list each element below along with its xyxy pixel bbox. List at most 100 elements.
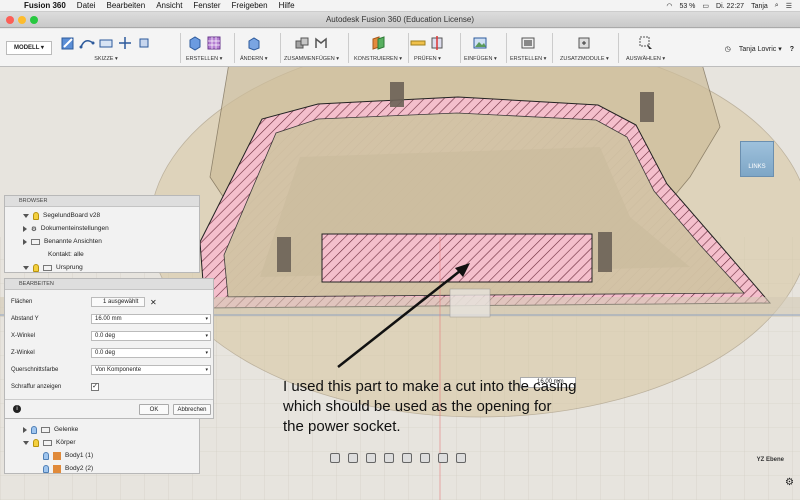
fit-icon[interactable] xyxy=(402,453,412,463)
sketch-icon[interactable] xyxy=(60,35,76,51)
new-component-icon[interactable] xyxy=(294,35,310,51)
orbit-icon[interactable] xyxy=(330,453,340,463)
group-aendern[interactable]: ÄNDERN ▾ xyxy=(240,32,268,66)
group-auswaehlen[interactable]: AUSWÄHLEN ▾ xyxy=(626,32,665,66)
clock-icon[interactable]: ◷ xyxy=(725,45,731,53)
group-label[interactable]: EINFÜGEN ▾ xyxy=(464,56,497,62)
info-icon[interactable]: i xyxy=(13,405,21,413)
browser-item-document-settings[interactable]: ⚙ Dokumenteinstellungen xyxy=(23,222,199,235)
select-icon[interactable] xyxy=(638,35,654,51)
browser-item-label: Dokumenteinstellungen xyxy=(40,225,109,232)
annotation-line: the power socket. xyxy=(283,418,401,435)
user-name[interactable]: Tanja xyxy=(751,3,768,10)
cancel-button[interactable]: Abbrechen xyxy=(173,404,211,415)
close-icon[interactable] xyxy=(6,16,14,24)
render-icon[interactable] xyxy=(520,35,536,51)
zangle-input[interactable]: 0.0 deg ▾ xyxy=(91,348,211,358)
group-erstellen-2[interactable]: ERSTELLEN ▾ xyxy=(510,32,546,66)
zoom-icon[interactable] xyxy=(30,16,38,24)
group-zusatzmodule[interactable]: ZUSATZMODULE ▾ xyxy=(560,32,609,66)
browser-item-root[interactable]: SegelundBoard v28 xyxy=(23,209,199,222)
group-label[interactable]: ERSTELLEN ▾ xyxy=(186,56,222,62)
settings-gear-icon[interactable]: ⚙ xyxy=(785,477,794,488)
user-area: ◷ Tanja Lovric ▾ ? xyxy=(725,45,794,54)
group-konstruieren[interactable]: KONSTRUIEREN ▾ xyxy=(354,32,402,66)
box-icon[interactable] xyxy=(187,35,203,51)
xangle-input[interactable]: 0.0 deg ▾ xyxy=(91,331,211,341)
chevron-down-icon[interactable]: ▾ xyxy=(205,366,208,375)
pan-icon[interactable] xyxy=(366,453,376,463)
menu-hilfe[interactable]: Hilfe xyxy=(279,1,295,10)
chevron-down-icon[interactable]: ▾ xyxy=(205,315,208,324)
group-label[interactable]: ZUSAMMENFÜGEN ▾ xyxy=(284,56,339,62)
edit-panel-header[interactable]: BEARBEITEN xyxy=(5,279,213,290)
group-label[interactable]: PRÜFEN ▾ xyxy=(414,56,441,62)
insert-image-icon[interactable] xyxy=(472,35,488,51)
look-at-icon[interactable] xyxy=(348,453,358,463)
workspace-selector[interactable]: MODELL ▾ xyxy=(6,41,52,55)
group-pruefen[interactable]: PRÜFEN ▾ xyxy=(410,32,445,66)
rectangle-icon[interactable] xyxy=(98,35,114,51)
group-label[interactable]: KONSTRUIEREN ▾ xyxy=(354,56,402,62)
battery-percent[interactable]: 53 % xyxy=(679,3,695,10)
ok-button[interactable]: OK xyxy=(139,404,169,415)
help-button[interactable]: ? xyxy=(790,46,794,53)
section-color-select[interactable]: Von Komponente ▾ xyxy=(91,365,211,375)
group-zusammenfuegen[interactable]: ZUSAMMENFÜGEN ▾ xyxy=(284,32,339,66)
browser-header[interactable]: BROWSER xyxy=(5,196,199,207)
offset-plane-icon[interactable] xyxy=(370,35,386,51)
user-menu[interactable]: Tanja Lovric ▾ xyxy=(739,45,782,53)
browser-item-origin[interactable]: Ursprung xyxy=(23,261,199,274)
minimize-icon[interactable] xyxy=(18,16,26,24)
browser-item-body1[interactable]: Body1 (1) xyxy=(23,449,199,462)
group-skizze[interactable]: SKIZZE ▾ xyxy=(60,32,152,66)
line-icon[interactable] xyxy=(117,35,133,51)
browser-item-contact[interactable]: Kontakt: alle xyxy=(23,248,199,261)
browser-item-body2[interactable]: Body2 (2) xyxy=(23,462,199,475)
clock[interactable]: Di. 22:27 xyxy=(716,3,744,10)
group-label[interactable]: ERSTELLEN ▾ xyxy=(510,56,546,62)
chevron-down-icon[interactable]: ▾ xyxy=(205,349,208,358)
spline-icon[interactable] xyxy=(79,35,95,51)
chevron-down-icon[interactable]: ▾ xyxy=(205,332,208,341)
menu-ansicht[interactable]: Ansicht xyxy=(156,1,182,10)
offset-row: Abstand Y 16.00 mm ▾ xyxy=(5,311,213,327)
menu-app-name[interactable]: Fusion 360 xyxy=(24,1,66,10)
search-icon[interactable]: ⌕ xyxy=(775,2,779,10)
browser-item-joints[interactable]: Gelenke xyxy=(23,423,199,436)
addins-icon[interactable] xyxy=(576,35,592,51)
group-label[interactable]: AUSWÄHLEN ▾ xyxy=(626,56,665,62)
browser-item-bodies[interactable]: Körper xyxy=(23,436,199,449)
battery-icon[interactable]: ▭ xyxy=(702,2,709,10)
offset-input[interactable]: 16.00 mm ▾ xyxy=(91,314,211,324)
folder-icon xyxy=(43,439,52,446)
menu-datei[interactable]: Datei xyxy=(77,1,96,10)
hatch-row: Schraffur anzeigen ✓ xyxy=(5,379,213,395)
group-label[interactable]: SKIZZE ▾ xyxy=(94,56,118,62)
group-label[interactable]: ÄNDERN ▾ xyxy=(240,56,268,62)
grid-settings-icon[interactable] xyxy=(438,453,448,463)
viewports-icon[interactable] xyxy=(456,453,466,463)
measure-icon[interactable] xyxy=(410,35,426,51)
menu-list-icon[interactable]: ☰ xyxy=(786,2,792,10)
window-title: Autodesk Fusion 360 (Education License) xyxy=(325,15,475,24)
menu-freigeben[interactable]: Freigeben xyxy=(232,1,268,10)
clear-selection-icon[interactable]: ✕ xyxy=(150,298,157,307)
group-einfuegen[interactable]: EINFÜGEN ▾ xyxy=(464,32,497,66)
project-icon[interactable] xyxy=(136,35,152,51)
zoom-icon[interactable] xyxy=(384,453,394,463)
joint-icon[interactable] xyxy=(313,35,329,51)
hatch-checkbox[interactable]: ✓ xyxy=(91,383,99,391)
display-settings-icon[interactable] xyxy=(420,453,430,463)
form-icon[interactable] xyxy=(206,35,222,51)
menu-bearbeiten[interactable]: Bearbeiten xyxy=(106,1,145,10)
faces-selector[interactable]: 1 ausgewählt xyxy=(91,297,145,307)
menu-fenster[interactable]: Fenster xyxy=(193,1,220,10)
browser-item-named-views[interactable]: Benannte Ansichten xyxy=(23,235,199,248)
group-label[interactable]: ZUSATZMODULE ▾ xyxy=(560,56,609,62)
section-analysis-icon[interactable] xyxy=(429,35,445,51)
view-cube[interactable]: LINKS xyxy=(740,141,774,177)
group-erstellen[interactable]: ERSTELLEN ▾ xyxy=(186,32,222,66)
press-pull-icon[interactable] xyxy=(246,35,262,51)
wifi-icon[interactable]: ◠ xyxy=(666,2,672,10)
